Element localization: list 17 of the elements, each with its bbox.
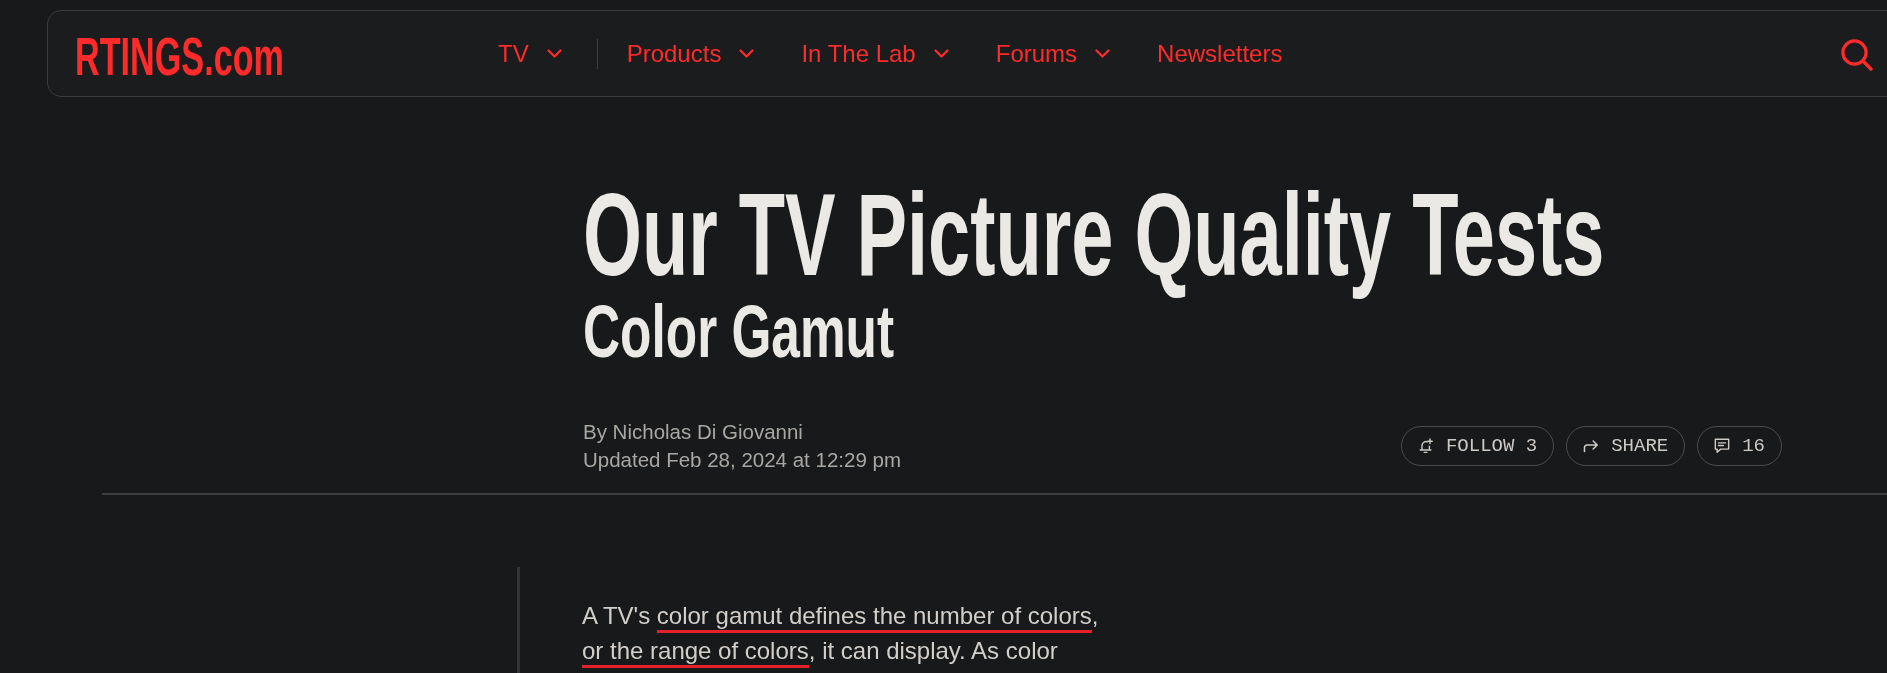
search-icon[interactable] (1841, 38, 1873, 71)
chevron-down-icon (1095, 49, 1111, 58)
chevron-down-icon (933, 49, 949, 58)
nav-menu-item[interactable]: Products (626, 39, 755, 68)
site-logo[interactable]: RTINGS.com (75, 28, 284, 83)
chevron-down-icon (739, 49, 755, 58)
speech-bubble-icon (1714, 438, 1731, 454)
bent-arrow-icon (1583, 438, 1600, 454)
update-date: Updated Feb 28, 2024 at 12:29 pm (583, 447, 901, 473)
chevron-down-icon (546, 49, 562, 58)
article-paragraph: A TV's color gamut defines the number of colors, or the range of colors, it can display. As color (582, 598, 1112, 668)
author-byline: By Nicholas Di Giovanni (583, 419, 804, 445)
nav-menu-item[interactable]: In The Lab (801, 39, 949, 68)
nav-menu-item[interactable]: TV (498, 39, 562, 68)
nav-menu-item[interactable]: Forums (995, 39, 1111, 68)
nav-link[interactable]: Newsletters (1157, 39, 1283, 68)
bell-plus-icon (1417, 438, 1434, 454)
